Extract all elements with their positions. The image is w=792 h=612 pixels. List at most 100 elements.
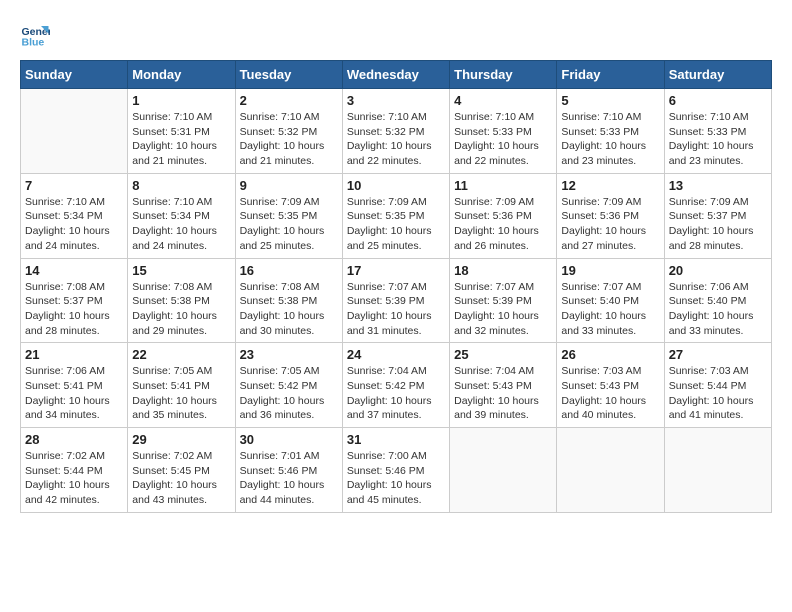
svg-text:Blue: Blue <box>22 37 45 49</box>
day-info: Sunrise: 7:06 AM Sunset: 5:41 PM Dayligh… <box>25 364 123 423</box>
day-number: 1 <box>132 93 230 108</box>
day-info: Sunrise: 7:03 AM Sunset: 5:43 PM Dayligh… <box>561 364 659 423</box>
calendar-cell: 28Sunrise: 7:02 AM Sunset: 5:44 PM Dayli… <box>21 428 128 513</box>
day-number: 27 <box>669 347 767 362</box>
day-number: 30 <box>240 432 338 447</box>
calendar-cell: 6 Sunrise: 7:10 AM Sunset: 5:33 PM Daylig… <box>664 89 771 174</box>
calendar-week-4: 21Sunrise: 7:06 AM Sunset: 5:41 PM Dayli… <box>21 343 772 428</box>
weekday-header-friday: Friday <box>557 61 664 89</box>
day-number: 3 <box>347 93 445 108</box>
calendar-cell: 30 Sunrise: 7:01 AM Sunset: 5:46 PM Dayli… <box>235 428 342 513</box>
calendar-cell: 7 Sunrise: 7:10 AM Sunset: 5:34 PM Daylig… <box>21 173 128 258</box>
day-info: Sunrise: 7:10 AM Sunset: 5:33 PM Dayligh… <box>561 110 659 169</box>
day-number: 7 <box>25 178 123 193</box>
day-number: 15 <box>132 263 230 278</box>
day-info: Sunrise: 7:06 AM Sunset: 5:40 PM Dayligh… <box>669 280 767 339</box>
day-number: 24 <box>347 347 445 362</box>
day-info: Sunrise: 7:09 AM Sunset: 5:35 PM Dayligh… <box>240 195 338 254</box>
calendar-week-3: 14 Sunrise: 7:08 AM Sunset: 5:37 PM Dayli… <box>21 258 772 343</box>
calendar-week-5: 28Sunrise: 7:02 AM Sunset: 5:44 PM Dayli… <box>21 428 772 513</box>
day-info: Sunrise: 7:10 AM Sunset: 5:34 PM Dayligh… <box>25 195 123 254</box>
calendar-cell: 24 Sunrise: 7:04 AM Sunset: 5:42 PM Dayli… <box>342 343 449 428</box>
day-info: Sunrise: 7:07 AM Sunset: 5:40 PM Dayligh… <box>561 280 659 339</box>
weekday-header-thursday: Thursday <box>450 61 557 89</box>
calendar-cell: 5 Sunrise: 7:10 AM Sunset: 5:33 PM Daylig… <box>557 89 664 174</box>
calendar-cell <box>664 428 771 513</box>
calendar-cell: 18 Sunrise: 7:07 AM Sunset: 5:39 PM Dayli… <box>450 258 557 343</box>
calendar-cell: 15 Sunrise: 7:08 AM Sunset: 5:38 PM Dayli… <box>128 258 235 343</box>
weekday-header-wednesday: Wednesday <box>342 61 449 89</box>
calendar-cell: 21Sunrise: 7:06 AM Sunset: 5:41 PM Dayli… <box>21 343 128 428</box>
calendar-week-2: 7 Sunrise: 7:10 AM Sunset: 5:34 PM Daylig… <box>21 173 772 258</box>
calendar-week-1: 1 Sunrise: 7:10 AM Sunset: 5:31 PM Daylig… <box>21 89 772 174</box>
weekday-header-monday: Monday <box>128 61 235 89</box>
day-info: Sunrise: 7:07 AM Sunset: 5:39 PM Dayligh… <box>347 280 445 339</box>
day-info: Sunrise: 7:04 AM Sunset: 5:42 PM Dayligh… <box>347 364 445 423</box>
day-info: Sunrise: 7:08 AM Sunset: 5:37 PM Dayligh… <box>25 280 123 339</box>
day-number: 6 <box>669 93 767 108</box>
day-number: 4 <box>454 93 552 108</box>
calendar-cell: 1 Sunrise: 7:10 AM Sunset: 5:31 PM Daylig… <box>128 89 235 174</box>
calendar-cell: 26 Sunrise: 7:03 AM Sunset: 5:43 PM Dayli… <box>557 343 664 428</box>
day-info: Sunrise: 7:05 AM Sunset: 5:42 PM Dayligh… <box>240 364 338 423</box>
day-number: 31 <box>347 432 445 447</box>
day-number: 19 <box>561 263 659 278</box>
day-info: Sunrise: 7:01 AM Sunset: 5:46 PM Dayligh… <box>240 449 338 508</box>
calendar-cell: 10Sunrise: 7:09 AM Sunset: 5:35 PM Dayli… <box>342 173 449 258</box>
calendar-cell: 4 Sunrise: 7:10 AM Sunset: 5:33 PM Daylig… <box>450 89 557 174</box>
day-number: 2 <box>240 93 338 108</box>
day-info: Sunrise: 7:09 AM Sunset: 5:36 PM Dayligh… <box>561 195 659 254</box>
day-number: 28 <box>25 432 123 447</box>
day-info: Sunrise: 7:09 AM Sunset: 5:35 PM Dayligh… <box>347 195 445 254</box>
day-info: Sunrise: 7:10 AM Sunset: 5:31 PM Dayligh… <box>132 110 230 169</box>
calendar-cell: 3Sunrise: 7:10 AM Sunset: 5:32 PM Daylig… <box>342 89 449 174</box>
logo-icon: General Blue <box>20 20 50 50</box>
day-info: Sunrise: 7:10 AM Sunset: 5:33 PM Dayligh… <box>454 110 552 169</box>
calendar-table: SundayMondayTuesdayWednesdayThursdayFrid… <box>20 60 772 513</box>
calendar-cell <box>450 428 557 513</box>
weekday-header-tuesday: Tuesday <box>235 61 342 89</box>
day-info: Sunrise: 7:10 AM Sunset: 5:33 PM Dayligh… <box>669 110 767 169</box>
day-number: 20 <box>669 263 767 278</box>
day-number: 9 <box>240 178 338 193</box>
day-number: 18 <box>454 263 552 278</box>
calendar-cell: 25 Sunrise: 7:04 AM Sunset: 5:43 PM Dayli… <box>450 343 557 428</box>
day-info: Sunrise: 7:08 AM Sunset: 5:38 PM Dayligh… <box>240 280 338 339</box>
calendar-cell <box>21 89 128 174</box>
calendar-cell: 13 Sunrise: 7:09 AM Sunset: 5:37 PM Dayli… <box>664 173 771 258</box>
calendar-cell: 27Sunrise: 7:03 AM Sunset: 5:44 PM Dayli… <box>664 343 771 428</box>
day-info: Sunrise: 7:09 AM Sunset: 5:36 PM Dayligh… <box>454 195 552 254</box>
calendar-cell: 11 Sunrise: 7:09 AM Sunset: 5:36 PM Dayli… <box>450 173 557 258</box>
page-header: General Blue <box>20 20 772 50</box>
day-info: Sunrise: 7:02 AM Sunset: 5:45 PM Dayligh… <box>132 449 230 508</box>
calendar-cell: 2 Sunrise: 7:10 AM Sunset: 5:32 PM Daylig… <box>235 89 342 174</box>
calendar-cell: 29Sunrise: 7:02 AM Sunset: 5:45 PM Dayli… <box>128 428 235 513</box>
day-number: 5 <box>561 93 659 108</box>
day-info: Sunrise: 7:04 AM Sunset: 5:43 PM Dayligh… <box>454 364 552 423</box>
weekday-header-sunday: Sunday <box>21 61 128 89</box>
calendar-cell: 17Sunrise: 7:07 AM Sunset: 5:39 PM Dayli… <box>342 258 449 343</box>
day-number: 12 <box>561 178 659 193</box>
day-info: Sunrise: 7:09 AM Sunset: 5:37 PM Dayligh… <box>669 195 767 254</box>
day-info: Sunrise: 7:07 AM Sunset: 5:39 PM Dayligh… <box>454 280 552 339</box>
calendar-cell: 22Sunrise: 7:05 AM Sunset: 5:41 PM Dayli… <box>128 343 235 428</box>
calendar-cell: 12 Sunrise: 7:09 AM Sunset: 5:36 PM Dayli… <box>557 173 664 258</box>
day-number: 23 <box>240 347 338 362</box>
day-info: Sunrise: 7:08 AM Sunset: 5:38 PM Dayligh… <box>132 280 230 339</box>
day-info: Sunrise: 7:10 AM Sunset: 5:34 PM Dayligh… <box>132 195 230 254</box>
day-info: Sunrise: 7:10 AM Sunset: 5:32 PM Dayligh… <box>240 110 338 169</box>
day-number: 11 <box>454 178 552 193</box>
calendar-cell <box>557 428 664 513</box>
day-number: 26 <box>561 347 659 362</box>
weekday-header-saturday: Saturday <box>664 61 771 89</box>
day-number: 13 <box>669 178 767 193</box>
calendar-cell: 16 Sunrise: 7:08 AM Sunset: 5:38 PM Dayli… <box>235 258 342 343</box>
calendar-cell: 19 Sunrise: 7:07 AM Sunset: 5:40 PM Dayli… <box>557 258 664 343</box>
calendar-cell: 20 Sunrise: 7:06 AM Sunset: 5:40 PM Dayli… <box>664 258 771 343</box>
day-number: 14 <box>25 263 123 278</box>
calendar-cell: 14 Sunrise: 7:08 AM Sunset: 5:37 PM Dayli… <box>21 258 128 343</box>
day-number: 25 <box>454 347 552 362</box>
calendar-cell: 31Sunrise: 7:00 AM Sunset: 5:46 PM Dayli… <box>342 428 449 513</box>
day-number: 8 <box>132 178 230 193</box>
day-number: 16 <box>240 263 338 278</box>
